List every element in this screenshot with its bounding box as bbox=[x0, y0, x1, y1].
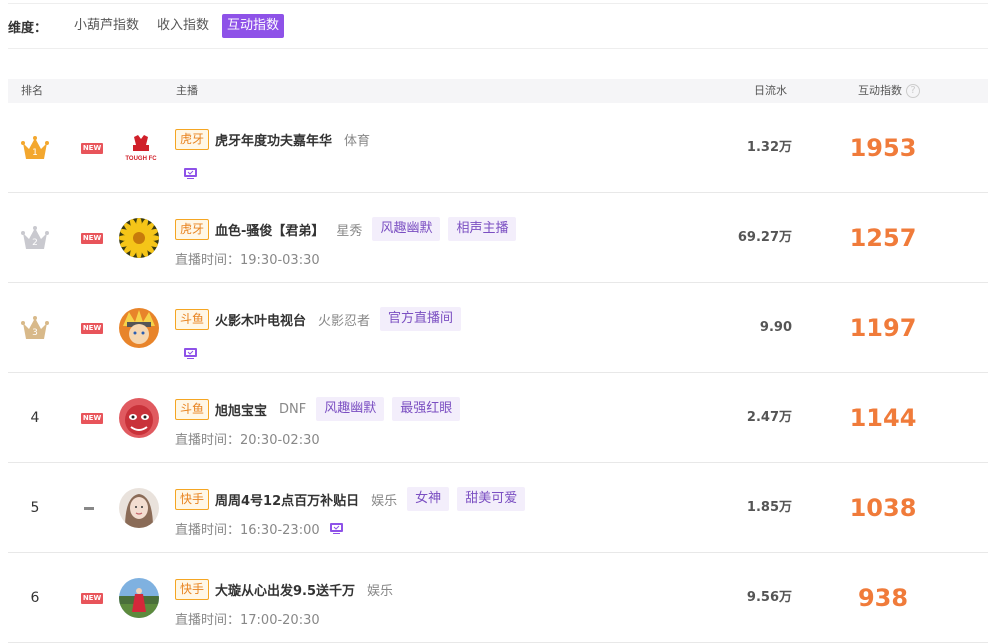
anchor-category: 娱乐 bbox=[371, 493, 398, 509]
anchor-avatar[interactable] bbox=[119, 578, 159, 618]
anchor-name[interactable]: 火影木叶电视台 bbox=[215, 310, 306, 329]
live-time-row: 直播时间：17:00-20:30 bbox=[175, 609, 320, 628]
daily-flow: 1.32万 bbox=[746, 140, 792, 155]
crown-icon: 3 bbox=[21, 315, 49, 341]
anchor-name[interactable]: 大璇从心出发9.5送千万 bbox=[215, 580, 355, 599]
new-badge: NEW bbox=[81, 233, 103, 244]
new-badge: NEW bbox=[81, 593, 103, 604]
interaction-score: 1144 bbox=[849, 404, 917, 432]
anchor-info: 快手 大璇从心出发9.5送千万 娱乐 bbox=[175, 577, 403, 601]
rank-number: 5 bbox=[30, 500, 40, 516]
daily-flow: 9.90 bbox=[759, 320, 792, 335]
tv-icon bbox=[329, 522, 343, 534]
anchor-name[interactable]: 虎牙年度功夫嘉年华 bbox=[215, 130, 332, 149]
svg-text:TOUGH FC: TOUGH FC bbox=[125, 156, 157, 162]
anchor-avatar[interactable] bbox=[119, 398, 159, 438]
anchor-name[interactable]: 周周4号12点百万补贴日 bbox=[215, 490, 359, 509]
anchor-category: DNF bbox=[279, 401, 307, 417]
live-time: 直播时间：17:00-20:30 bbox=[175, 612, 320, 628]
filter-option-income[interactable]: 收入指数 bbox=[152, 14, 214, 38]
anchor-name[interactable]: 旭旭宝宝 bbox=[215, 400, 267, 419]
anchor-info: 虎牙 血色-骚俊【君弟】 星秀 风趣幽默 相声主播 bbox=[175, 217, 524, 241]
table-row[interactable]: 6 NEW 快手 大璇从心出发9.5送千万 娱乐直播时间：17:00-20:30 9.56… bbox=[8, 553, 988, 643]
anchor-tag: 相声主播 bbox=[448, 217, 517, 241]
header-anchor: 主播 bbox=[176, 84, 198, 97]
table-row[interactable]: 2 NEW 虎牙 血色-骚俊【君弟】 星秀 风趣幽默 相声主播直播时间：19:30-03:3… bbox=[8, 193, 988, 283]
crown-icon: 1 bbox=[21, 135, 49, 161]
live-time-row: 直播时间：20:30-02:30 bbox=[175, 429, 320, 448]
rank-cell: 1 bbox=[20, 103, 50, 193]
table-row[interactable]: 3 NEW 斗鱼 火影木叶电视台 火影忍者 官方直播间 9.90 1197 bbox=[8, 283, 988, 373]
dimension-filter: 维度： 小葫芦指数 收入指数 互动指数 bbox=[8, 14, 292, 38]
top-divider bbox=[8, 3, 988, 4]
interaction-score: 938 bbox=[857, 584, 909, 612]
live-time: 直播时间：19:30-03:30 bbox=[175, 252, 320, 268]
new-badge: NEW bbox=[81, 143, 103, 154]
tv-icon bbox=[184, 348, 197, 359]
new-badge: NEW bbox=[81, 323, 103, 334]
anchor-category: 星秀 bbox=[336, 223, 363, 239]
filter-divider bbox=[8, 48, 988, 49]
platform-badge: 斗鱼 bbox=[175, 308, 210, 330]
anchor-info: 斗鱼 火影木叶电视台 火影忍者 官方直播间 bbox=[175, 307, 469, 331]
trend-unchanged-icon bbox=[84, 507, 94, 510]
table-row[interactable]: 1 NEW TOUGH FC 虎牙 虎牙年度功夫嘉年华 体育 1.32万 1953 bbox=[8, 103, 988, 193]
anchor-info: 快手 周周4号12点百万补贴日 娱乐 女神 甜美可爱 bbox=[175, 487, 533, 511]
anchor-info: 虎牙 虎牙年度功夫嘉年华 体育 bbox=[175, 127, 380, 151]
anchor-avatar[interactable] bbox=[119, 488, 159, 528]
platform-badge: 虎牙 bbox=[175, 128, 210, 150]
anchor-category: 娱乐 bbox=[367, 583, 394, 599]
crown-icon: 2 bbox=[21, 225, 49, 251]
table-row[interactable]: 4 NEW 斗鱼 旭旭宝宝 DNF 风趣幽默 最强红眼直播时间：20:30-02:30 2.4… bbox=[8, 373, 988, 463]
table-row[interactable]: 5 快手 周周4号12点百万补贴日 娱乐 女神 甜美可爱直播时间：16:30-23:00 1… bbox=[8, 463, 988, 553]
daily-flow: 1.85万 bbox=[746, 500, 792, 515]
interaction-score: 1197 bbox=[849, 314, 917, 342]
anchor-avatar[interactable] bbox=[119, 308, 159, 348]
channel-logo[interactable]: TOUGH FC bbox=[124, 133, 158, 163]
tv-icon bbox=[184, 168, 197, 179]
anchor-info: 斗鱼 旭旭宝宝 DNF 风趣幽默 最强红眼 bbox=[175, 397, 468, 421]
anchor-tag: 女神 bbox=[407, 487, 450, 511]
anchor-category: 火影忍者 bbox=[318, 313, 371, 329]
filter-label: 维度： bbox=[8, 20, 48, 36]
anchor-tag: 官方直播间 bbox=[380, 307, 462, 331]
anchor-avatar[interactable] bbox=[119, 218, 159, 258]
interaction-score: 1257 bbox=[849, 224, 917, 252]
interaction-score: 1953 bbox=[849, 134, 917, 162]
live-time-row: 直播时间：19:30-03:30 bbox=[175, 249, 320, 268]
platform-badge: 虎牙 bbox=[175, 218, 210, 240]
interaction-score: 1038 bbox=[849, 494, 917, 522]
live-time: 直播时间：16:30-23:00 bbox=[175, 522, 320, 538]
anchor-tag: 风趣幽默 bbox=[372, 217, 441, 241]
new-badge: NEW bbox=[81, 413, 103, 424]
filter-option-xiaohulu[interactable]: 小葫芦指数 bbox=[69, 14, 144, 38]
rank-cell: 3 bbox=[20, 283, 50, 373]
daily-flow: 9.56万 bbox=[746, 590, 792, 605]
live-time: 直播时间：20:30-02:30 bbox=[175, 432, 320, 448]
header-flow[interactable]: 日流水 bbox=[754, 79, 787, 103]
table-header: 排名 主播 日流水 互动指数? bbox=[8, 79, 988, 103]
header-score[interactable]: 互动指数? bbox=[858, 79, 920, 103]
help-icon[interactable]: ? bbox=[906, 84, 920, 98]
anchor-tag: 最强红眼 bbox=[392, 397, 461, 421]
anchor-category: 体育 bbox=[344, 133, 371, 149]
header-rank: 排名 bbox=[21, 84, 43, 97]
anchor-tag: 甜美可爱 bbox=[457, 487, 526, 511]
filter-option-interaction[interactable]: 互动指数 bbox=[222, 14, 285, 38]
platform-badge: 快手 bbox=[175, 578, 210, 600]
daily-flow: 69.27万 bbox=[737, 230, 792, 245]
anchor-name[interactable]: 血色-骚俊【君弟】 bbox=[215, 220, 324, 239]
rank-number: 4 bbox=[30, 410, 40, 426]
anchor-tag: 风趣幽默 bbox=[316, 397, 385, 421]
rank-number: 6 bbox=[30, 590, 40, 606]
platform-badge: 斗鱼 bbox=[175, 398, 210, 420]
rank-cell: 2 bbox=[20, 193, 50, 283]
daily-flow: 2.47万 bbox=[746, 410, 792, 425]
live-time-row: 直播时间：16:30-23:00 bbox=[175, 519, 343, 538]
platform-badge: 快手 bbox=[175, 488, 210, 510]
